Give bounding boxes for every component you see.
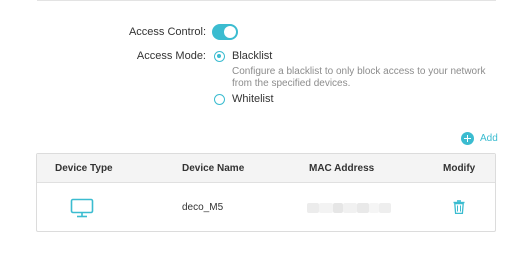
blacklist-radio[interactable]: [214, 51, 225, 62]
mac-address-redacted: [307, 201, 393, 215]
add-label: Add: [480, 132, 498, 144]
column-header-modify: Modify: [443, 163, 476, 174]
column-header-device-type: Device Type: [55, 163, 113, 174]
access-mode-label: Access Mode:: [136, 50, 206, 62]
column-header-device-name: Device Name: [182, 163, 245, 174]
device-table: Device Type Device Name MAC Address Modi…: [36, 153, 496, 232]
top-divider: [37, 0, 496, 1]
toggle-knob: [224, 26, 236, 38]
device-name-cell: deco_M5: [182, 202, 224, 213]
blacklist-description: Configure a blacklist to only block acce…: [232, 66, 486, 89]
whitelist-label[interactable]: Whitelist: [232, 93, 274, 105]
monitor-icon: [70, 198, 94, 218]
table-header: Device Type Device Name MAC Address Modi…: [37, 154, 495, 183]
plus-circle-icon: [461, 131, 474, 145]
whitelist-radio[interactable]: [214, 94, 225, 105]
access-control-toggle[interactable]: [212, 24, 238, 40]
trash-icon[interactable]: [453, 200, 465, 214]
column-header-mac-address: MAC Address: [309, 163, 375, 174]
access-control-label: Access Control:: [128, 26, 206, 38]
add-button[interactable]: Add: [461, 131, 498, 145]
blacklist-label[interactable]: Blacklist: [232, 50, 272, 62]
